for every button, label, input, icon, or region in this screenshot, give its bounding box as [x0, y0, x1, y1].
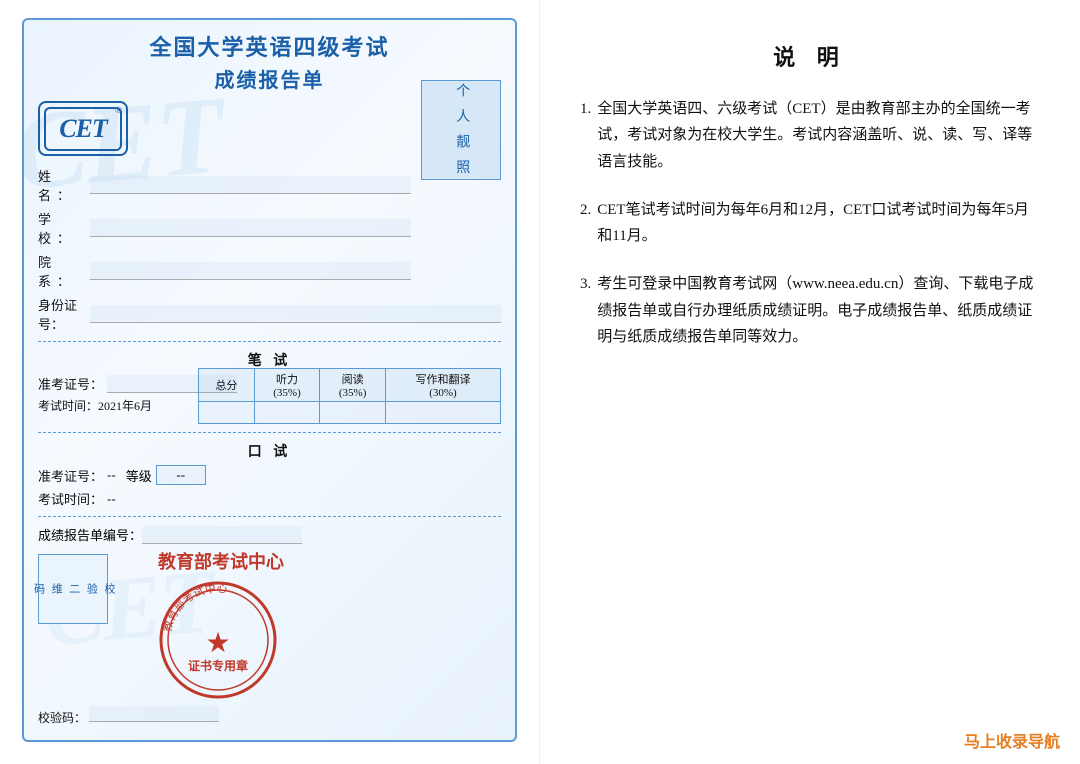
id-value	[90, 305, 501, 323]
report-num-label: 成绩报告单编号：	[38, 525, 142, 544]
svg-text:★: ★	[205, 628, 230, 659]
verify-row: 校验码：	[38, 706, 501, 726]
divider-3	[38, 516, 501, 517]
oral-time-value: --	[107, 491, 116, 507]
instruction-num-2: 2.	[580, 197, 591, 250]
instruction-text-3: 考生可登录中国教育考试网（www.neea.edu.cn）查询、下载电子成绩报告…	[597, 271, 1040, 350]
reg-symbol: ®	[115, 105, 122, 115]
oral-exam-title: 口 试	[38, 441, 501, 461]
oral-grade-label: 等级	[126, 466, 152, 485]
id-label: 身份证号：	[38, 295, 90, 333]
instruction-item-2: 2. CET笔试考试时间为每年6月和12月，CET口试考试时间为每年5月和11月…	[580, 197, 1040, 250]
qr-box: 校验二维码	[38, 554, 108, 624]
name-label: 姓 名：	[38, 166, 90, 204]
written-exam-section: 笔 试 准考证号： 考试时间：2021年6月	[38, 350, 501, 424]
dept-label: 院 系：	[38, 252, 90, 290]
oral-num-value: --	[107, 467, 116, 483]
bottom-section: 校验二维码 教育部考试中心 教育部考试中心	[38, 554, 501, 700]
divider-2	[38, 432, 501, 433]
oral-grade-value: --	[156, 465, 206, 485]
oral-num-row: 准考证号： -- 等级 --	[38, 465, 501, 485]
school-row: 学 校：	[38, 209, 501, 247]
dept-row: 院 系：	[38, 252, 501, 290]
stamp-side-text: 教育部考试中心	[158, 549, 284, 576]
oral-grade-box: 等级 --	[126, 465, 206, 485]
cet-logo-inner: CET	[44, 107, 122, 151]
instruction-text-1: 全国大学英语四、六级考试（CET）是由教育部主办的全国统一考试，考试对象为在校大…	[597, 96, 1040, 175]
instruction-item-1: 1. 全国大学英语四、六级考试（CET）是由教育部主办的全国统一考试，考试对象为…	[580, 96, 1040, 175]
verify-label: 校验码：	[38, 711, 86, 725]
stamp-svg: 教育部考试中心 ★ 证书专用章	[158, 580, 278, 700]
score-row	[199, 402, 501, 424]
written-exam-title: 笔 试	[38, 350, 501, 370]
instructions-title: 说 明	[580, 40, 1040, 72]
score-table: 总分 听力(35%) 阅读(35%) 写作和翻译(30%)	[198, 368, 501, 424]
score-listen	[254, 402, 320, 424]
score-write	[385, 402, 500, 424]
score-header-write: 写作和翻译(30%)	[385, 369, 500, 402]
score-header-total: 总分	[199, 369, 255, 402]
score-header-read: 阅读(35%)	[320, 369, 386, 402]
stamp-circle-wrap: 教育部考试中心 ★ 证书专用章	[158, 580, 278, 700]
score-table-wrapper: 总分 听力(35%) 阅读(35%) 写作和翻译(30%)	[38, 368, 501, 424]
instruction-num-3: 3.	[580, 271, 591, 350]
score-total	[199, 402, 255, 424]
divider-1	[38, 341, 501, 342]
report-num-value	[142, 526, 302, 544]
left-panel: CET CET 全国大学英语四级考试 成绩报告单 个 人 靓 照 ® CET 姓…	[0, 0, 540, 764]
right-panel: 说 明 1. 全国大学英语四、六级考试（CET）是由教育部主办的全国统一考试，考…	[540, 0, 1080, 764]
oral-exam-section: 口 试 准考证号： -- 等级 -- 考试时间： --	[38, 441, 501, 508]
name-value	[90, 176, 411, 194]
stamp-area: 教育部考试中心 教育部考试中心 ★ 证书	[158, 549, 284, 700]
score-header-listen: 听力(35%)	[254, 369, 320, 402]
school-value	[90, 219, 411, 237]
qr-label: 校验二维码	[29, 583, 117, 596]
oral-time-label: 考试时间：	[38, 489, 103, 508]
cet-logo-text: CET	[59, 114, 107, 144]
info-section: 姓 名： 学 校： 院 系： 身份证号：	[38, 166, 501, 333]
svg-text:证书专用章: 证书专用章	[188, 658, 248, 673]
oral-time-row: 考试时间： --	[38, 489, 501, 508]
instruction-item-3: 3. 考生可登录中国教育考试网（www.neea.edu.cn）查询、下载电子成…	[580, 271, 1040, 350]
footer-brand: 马上收录导航	[964, 728, 1060, 752]
photo-box: 个 人 靓 照	[421, 80, 501, 180]
school-label: 学 校：	[38, 209, 90, 247]
photo-label: 个 人 靓 照	[450, 83, 472, 178]
verify-value	[89, 706, 219, 722]
instruction-num-1: 1.	[580, 96, 591, 175]
cet-logo: ® CET	[38, 101, 128, 156]
score-read	[320, 402, 386, 424]
cert-card: CET CET 全国大学英语四级考试 成绩报告单 个 人 靓 照 ® CET 姓…	[22, 18, 517, 742]
cert-title-main: 全国大学英语四级考试	[38, 30, 501, 62]
dept-value	[90, 262, 411, 280]
oral-num-label: 准考证号：	[38, 466, 103, 485]
report-num-row: 成绩报告单编号：	[38, 525, 501, 544]
instruction-text-2: CET笔试考试时间为每年6月和12月，CET口试考试时间为每年5月和11月。	[597, 197, 1040, 250]
id-row: 身份证号：	[38, 295, 501, 333]
